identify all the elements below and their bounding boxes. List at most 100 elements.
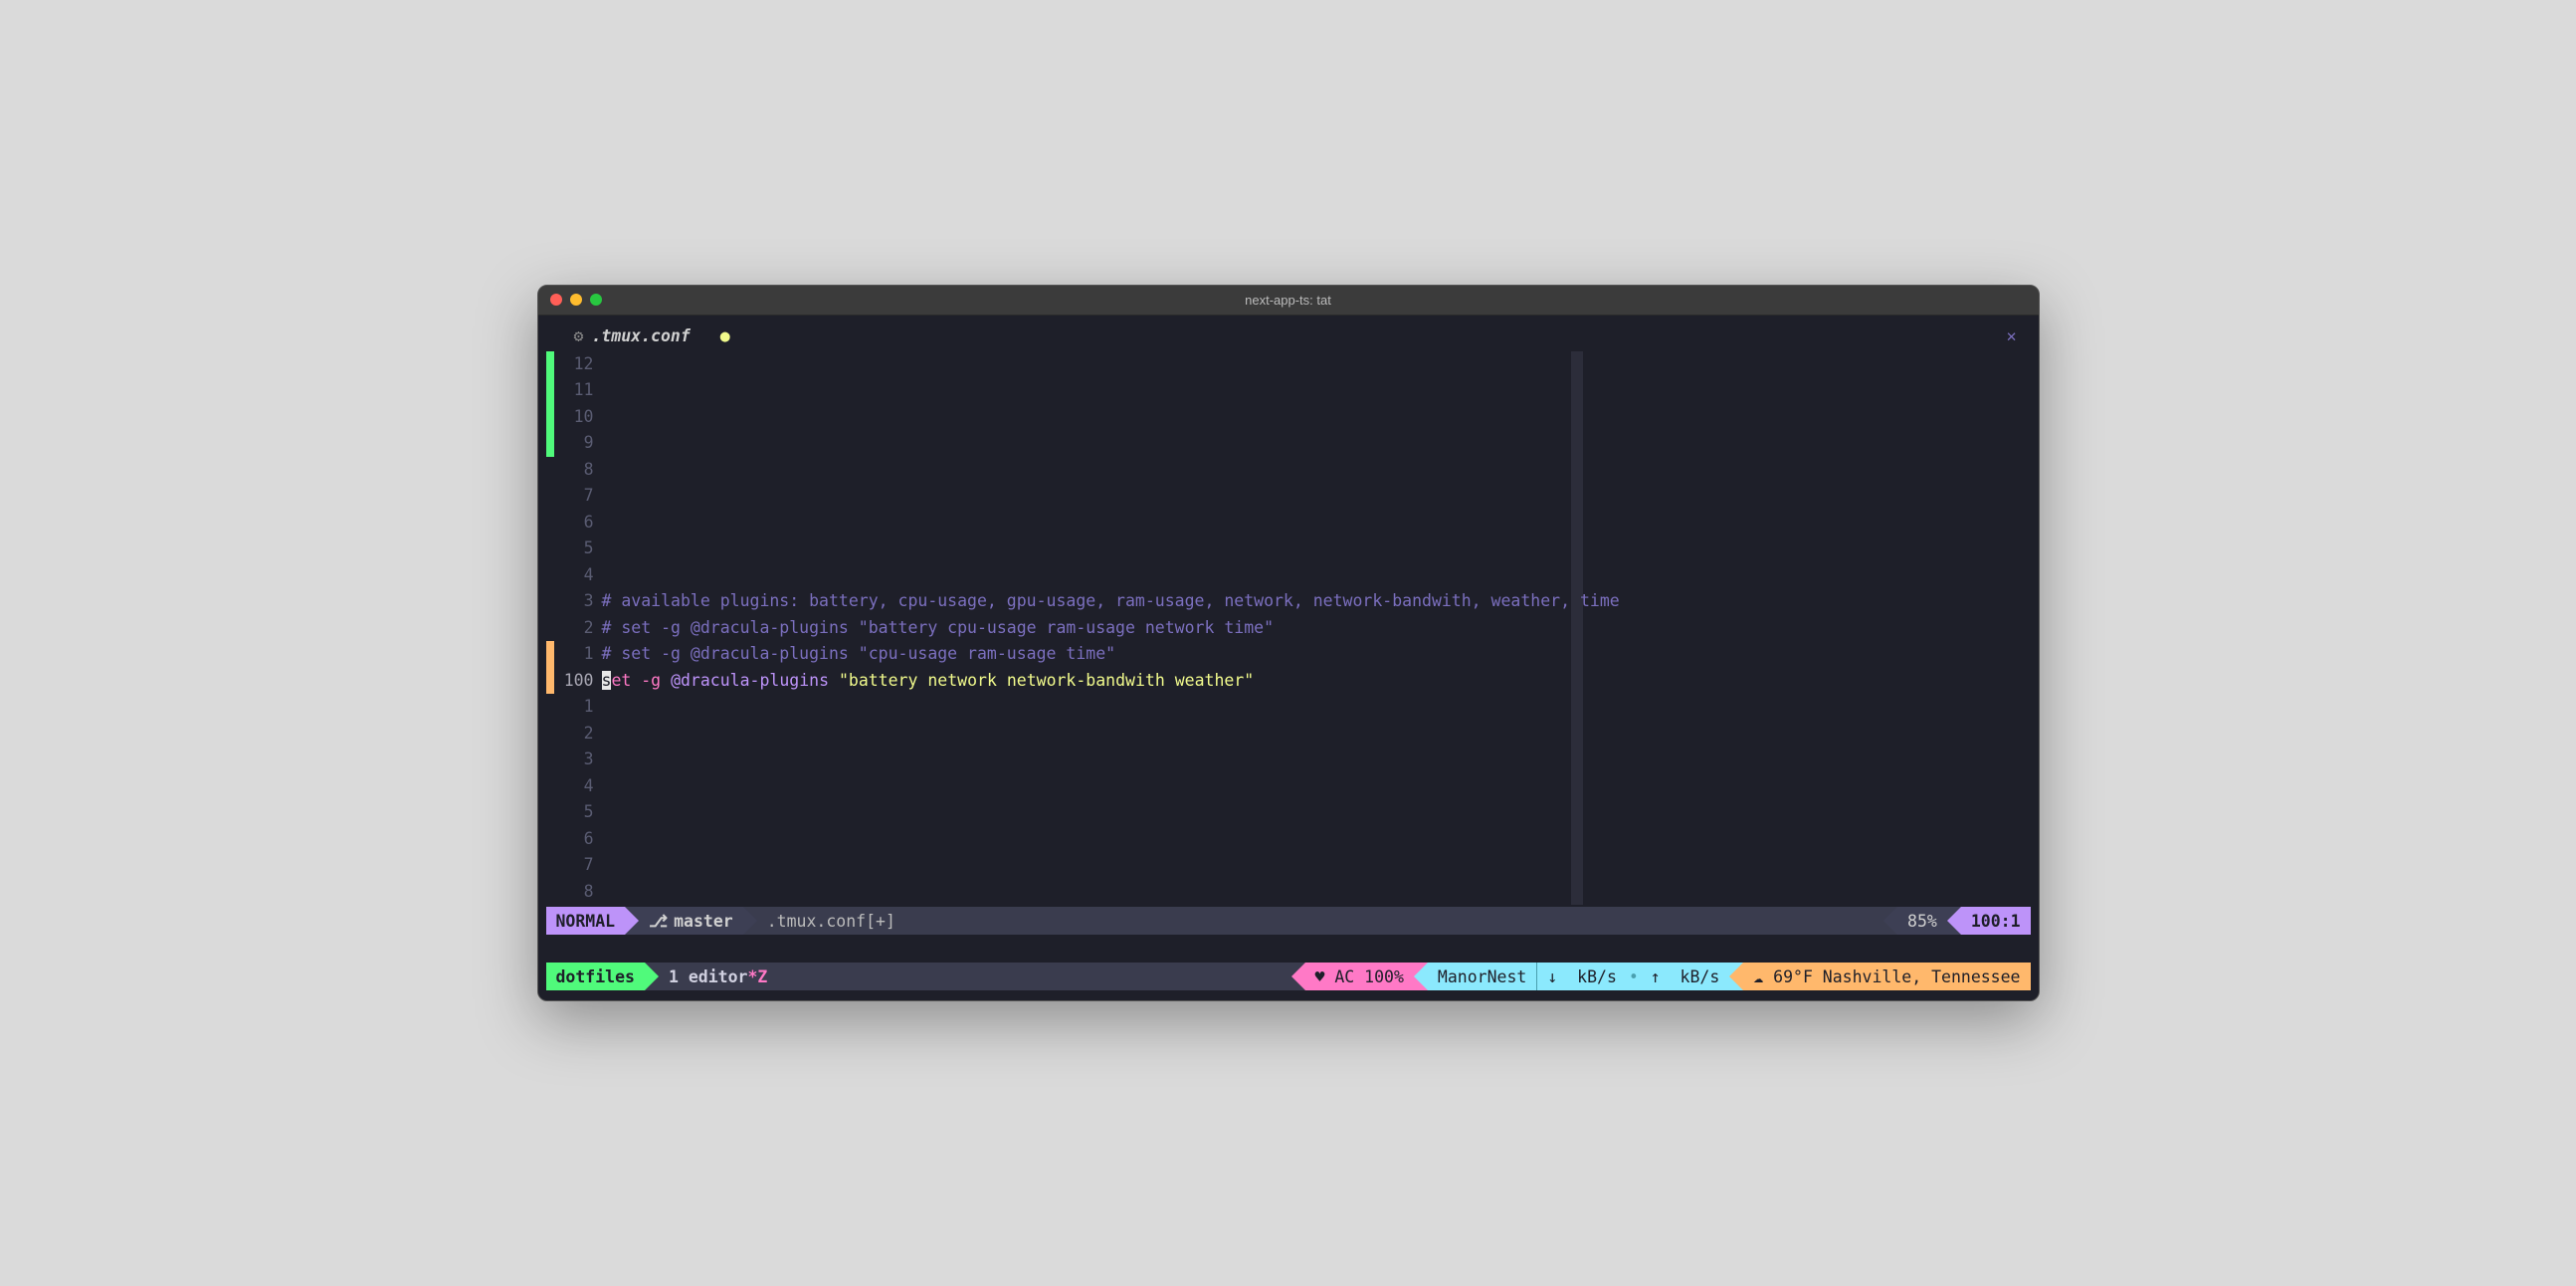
line-number: 100 — [554, 668, 602, 695]
line-content: set -g @dracula-plugins "battery network… — [602, 668, 2031, 695]
sign-column — [546, 351, 554, 378]
line-content — [602, 879, 2031, 906]
status-position: 100:1 — [1971, 912, 2021, 931]
code-line[interactable]: 8 — [546, 879, 2031, 906]
line-content — [602, 404, 2031, 431]
line-number: 7 — [554, 483, 602, 510]
close-window-button[interactable] — [550, 294, 562, 306]
line-content — [602, 351, 2031, 378]
tmux-window-tab[interactable]: 1 editor *Z — [659, 963, 777, 990]
tmux-weather-segment: ☁ 69°F Nashville, Tennessee — [1743, 963, 2030, 990]
sign-column — [546, 852, 554, 879]
line-number: 6 — [554, 510, 602, 536]
zoom-window-button[interactable] — [590, 294, 602, 306]
line-content — [602, 510, 2031, 536]
line-number: 3 — [554, 588, 602, 615]
down-arrow-icon: ↓ — [1547, 967, 1557, 986]
sign-column — [546, 588, 554, 615]
sign-column — [546, 377, 554, 404]
tmux-network-ssid: ManorNest — [1438, 967, 1526, 986]
terminal-body[interactable]: ⚙ .tmux.conf ● ✕ 1211109876543# availabl… — [538, 316, 2039, 1001]
code-line[interactable]: 3# available plugins: battery, cpu-usage… — [546, 588, 2031, 615]
code-line[interactable]: 5 — [546, 536, 2031, 562]
line-content — [602, 747, 2031, 773]
code-line[interactable]: 5 — [546, 799, 2031, 826]
code-line[interactable]: 1 — [546, 694, 2031, 721]
line-number: 12 — [554, 351, 602, 378]
line-number: 11 — [554, 377, 602, 404]
sign-column — [546, 536, 554, 562]
sign-column — [546, 430, 554, 457]
line-number: 1 — [554, 641, 602, 668]
code-line[interactable]: 6 — [546, 826, 2031, 853]
sign-column — [546, 483, 554, 510]
line-content — [602, 536, 2031, 562]
editor[interactable]: ⚙ .tmux.conf ● ✕ 1211109876543# availabl… — [546, 322, 2031, 906]
line-content — [602, 721, 2031, 748]
titlebar[interactable]: next-app-ts: tat — [538, 286, 2039, 316]
code-line[interactable]: 6 — [546, 510, 2031, 536]
line-content — [602, 483, 2031, 510]
code-line[interactable]: 4 — [546, 562, 2031, 589]
line-number: 6 — [554, 826, 602, 853]
code-line[interactable]: 10 — [546, 404, 2031, 431]
code-line[interactable]: 11 — [546, 377, 2031, 404]
line-content: # set -g @dracula-plugins "battery cpu-u… — [602, 615, 2031, 642]
sign-column — [546, 721, 554, 748]
tmux-battery-label: AC 100% — [1334, 967, 1404, 986]
code-line[interactable]: 100set -g @dracula-plugins "battery netw… — [546, 668, 2031, 695]
code-line[interactable]: 2# set -g @dracula-plugins "battery cpu-… — [546, 615, 2031, 642]
line-content — [602, 773, 2031, 800]
code-area[interactable]: 1211109876543# available plugins: batter… — [546, 351, 2031, 906]
line-content: # available plugins: battery, cpu-usage,… — [602, 588, 2031, 615]
code-line[interactable]: 8 — [546, 457, 2031, 484]
code-line[interactable]: 2 — [546, 721, 2031, 748]
close-tab-icon[interactable]: ✕ — [2007, 323, 2017, 349]
line-number: 1 — [554, 694, 602, 721]
buffer-tab[interactable]: ⚙ .tmux.conf ● ✕ — [546, 322, 2031, 351]
line-number: 4 — [554, 562, 602, 589]
modified-dot-icon: ● — [720, 323, 730, 349]
sign-column — [546, 879, 554, 906]
line-content — [602, 826, 2031, 853]
vim-mode: NORMAL — [556, 912, 616, 931]
sign-column — [546, 404, 554, 431]
terminal-window: next-app-ts: tat ⚙ .tmux.conf ● ✕ 121110… — [537, 285, 2040, 1002]
tmux-window-index: 1 — [669, 967, 679, 986]
sign-column — [546, 641, 554, 668]
code-line[interactable]: 3 — [546, 747, 2031, 773]
line-content — [602, 694, 2031, 721]
sign-column — [546, 694, 554, 721]
line-number: 8 — [554, 879, 602, 906]
line-content — [602, 852, 2031, 879]
code-line[interactable]: 7 — [546, 483, 2031, 510]
vim-statusline: NORMAL ⎇ master .tmux.conf[+] 85% 100:1 — [546, 907, 2031, 935]
sign-column — [546, 773, 554, 800]
traffic-lights — [538, 294, 602, 306]
code-line[interactable]: 12 — [546, 351, 2031, 378]
code-line[interactable]: 1# set -g @dracula-plugins "cpu-usage ra… — [546, 641, 2031, 668]
tmux-bandwidth-down: kB/s — [1577, 967, 1617, 986]
line-content — [602, 457, 2031, 484]
tmux-bandwidth-segment: ↓ kB/s • ↑ kB/s — [1536, 963, 1729, 990]
tmux-battery-segment: ♥ AC 100% — [1305, 963, 1414, 990]
minimize-window-button[interactable] — [570, 294, 582, 306]
line-number: 5 — [554, 799, 602, 826]
command-line-row[interactable] — [546, 935, 2031, 963]
cursor: s — [602, 671, 612, 690]
git-branch: master — [674, 912, 733, 931]
cloud-icon: ☁ — [1753, 967, 1763, 986]
line-content — [602, 377, 2031, 404]
tmux-network-segment: ManorNest — [1428, 963, 1536, 990]
buffer-filename: .tmux.conf — [591, 323, 690, 349]
code-line[interactable]: 9 — [546, 430, 2031, 457]
code-line[interactable]: 7 — [546, 852, 2031, 879]
code-line[interactable]: 4 — [546, 773, 2031, 800]
line-content — [602, 430, 2031, 457]
line-content — [602, 562, 2031, 589]
tmux-window-name: editor — [689, 967, 748, 986]
tmux-statusline: dotfiles 1 editor *Z ♥ AC 100% ManorNest… — [546, 963, 2031, 990]
sign-column — [546, 510, 554, 536]
tmux-session: dotfiles — [556, 967, 635, 986]
line-number: 3 — [554, 747, 602, 773]
